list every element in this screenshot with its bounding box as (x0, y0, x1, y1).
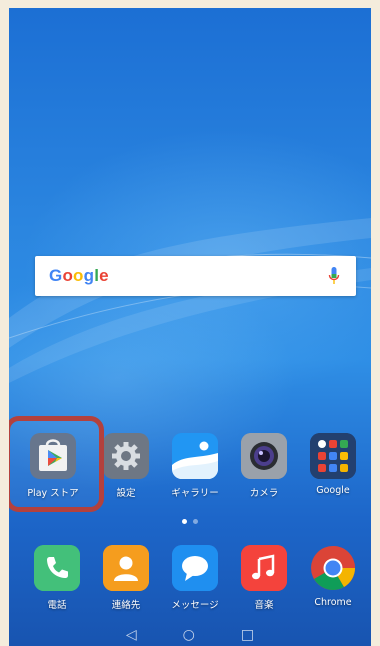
camera-icon (241, 433, 287, 479)
gallery-icon (172, 433, 218, 479)
navigation-bar: ◁ ○ □ (9, 624, 371, 646)
app-label: ギャラリー (171, 488, 219, 499)
app-label: 電話 (47, 600, 67, 611)
app-phone[interactable]: 電話 (22, 545, 92, 611)
home-button[interactable]: ○ (183, 628, 195, 642)
google-folder-icon (310, 433, 356, 479)
chrome-icon (310, 545, 356, 591)
app-label: Google (316, 485, 350, 496)
app-google-folder[interactable]: Google (298, 433, 368, 496)
google-logo: Google (49, 266, 109, 285)
app-label: メッセージ (171, 600, 219, 611)
wallpaper-wave (9, 218, 371, 383)
google-search-bar[interactable]: Google (35, 256, 356, 296)
page-indicator (182, 519, 198, 524)
back-button[interactable]: ◁ (126, 628, 137, 642)
app-contacts[interactable]: 連絡先 (91, 545, 161, 611)
app-gallery[interactable]: ギャラリー (160, 433, 230, 499)
contacts-icon (103, 545, 149, 591)
music-icon (241, 545, 287, 591)
app-messages[interactable]: メッセージ (160, 545, 230, 611)
settings-icon (103, 433, 149, 479)
app-camera[interactable]: カメラ (229, 433, 299, 499)
page-dot-active (182, 519, 187, 524)
app-music[interactable]: 音楽 (229, 545, 299, 611)
messages-icon (172, 545, 218, 591)
phone-icon (34, 545, 80, 591)
highlight-box (9, 416, 104, 512)
app-label: カメラ (249, 488, 279, 499)
app-label: 連絡先 (111, 600, 141, 611)
app-label: 音楽 (254, 600, 274, 611)
home-screen: Google Play ストア 設定 ギャラリー カメラ Google 電話 連… (9, 8, 371, 646)
app-chrome[interactable]: Chrome (298, 545, 368, 608)
mic-icon[interactable] (328, 267, 340, 285)
app-label: Chrome (314, 597, 352, 608)
recents-button[interactable]: □ (241, 628, 254, 642)
page-dot (193, 519, 198, 524)
